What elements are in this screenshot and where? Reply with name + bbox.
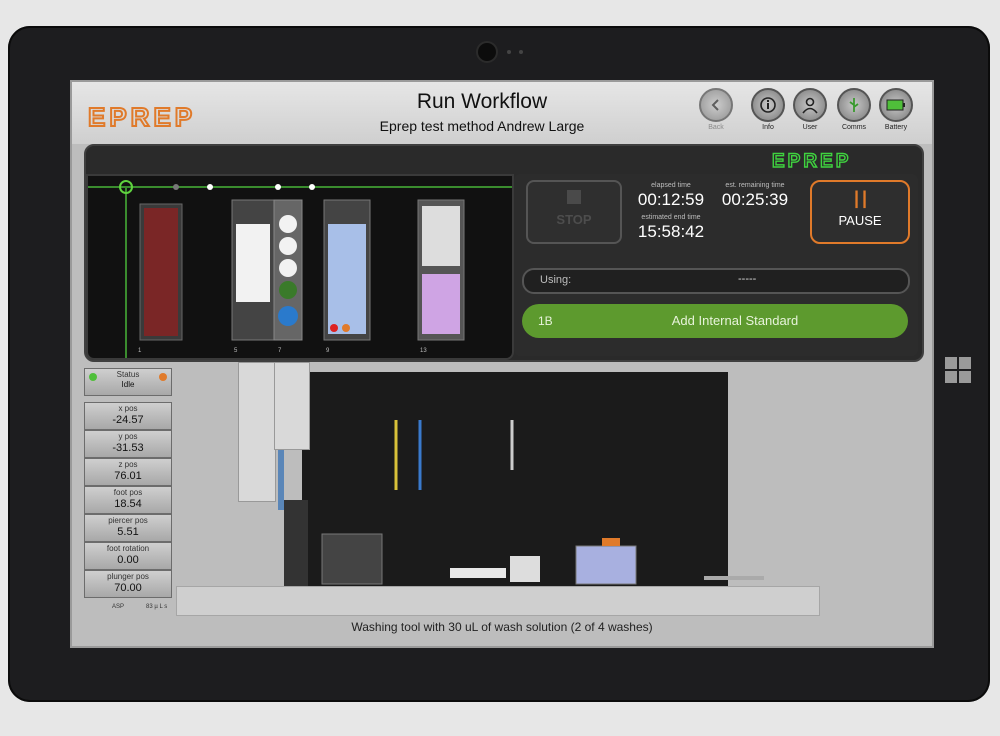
page-title: Run Workflow	[416, 90, 548, 113]
pause-icon: | |	[853, 188, 867, 208]
svg-text:EPREP: EPREP	[772, 151, 851, 170]
y-pos-box: y pos -31.53	[84, 430, 172, 458]
step-name: Add Internal Standard	[671, 313, 799, 328]
gantry-tower	[238, 362, 276, 502]
plunger-pos-box: plunger pos 70.00	[84, 570, 172, 598]
z-pos-box: z pos 76.01	[84, 458, 172, 486]
status-message: Washing tool with 30 uL of wash solution…	[351, 620, 653, 634]
foot-rotation-box: foot rotation 0.00	[84, 542, 172, 570]
current-step-bar[interactable]: 1B Add Internal Standard	[522, 304, 908, 338]
instrument-bench	[176, 586, 820, 616]
workflow-panel: EPREP 1 5 7 9 13 STOP elapsed time 00:12…	[84, 144, 924, 362]
user-icon	[802, 97, 818, 114]
foot-pos-box: foot pos 18.54	[84, 486, 172, 514]
chevron-left-icon	[711, 99, 719, 111]
battery-icon	[886, 99, 905, 111]
info-icon	[760, 97, 776, 113]
sensor-dot	[519, 50, 523, 54]
method-name: Eprep test method Andrew Large	[379, 118, 585, 134]
deck-position-label: 9	[326, 348, 330, 354]
footer-left-label: ASP	[112, 604, 125, 610]
using-label: Using:	[540, 274, 572, 286]
battery-button[interactable]: Battery	[878, 88, 914, 131]
instrument-view: Status Idle x pos -24.57 y pos -31.53 z po…	[84, 360, 920, 616]
x-pos-box: x pos -24.57	[84, 402, 172, 430]
run-controls: STOP elapsed time 00:12:59 est. remainin…	[514, 174, 918, 356]
sensor-dot	[507, 50, 511, 54]
deck-position-label: 13	[420, 348, 427, 354]
footer-right-label: 83 µ L s	[146, 604, 168, 610]
comms-button[interactable]: Comms	[836, 88, 872, 131]
elapsed-time-value: 00:12:59	[637, 190, 705, 209]
eprep-panel-logo: EPREP	[772, 150, 851, 170]
deck-position-label: 5	[234, 348, 238, 354]
svg-text:EPREP: EPREP	[88, 104, 196, 130]
remaining-time-value: 00:25:39	[721, 190, 789, 209]
stop-button[interactable]: STOP	[526, 180, 622, 244]
status-box: Status Idle	[84, 368, 172, 396]
deck-view[interactable]: 1 5 7 9 13	[86, 174, 514, 360]
pause-button[interactable]: | | PAUSE	[810, 180, 910, 244]
piercer-pos-box: piercer pos 5.51	[84, 514, 172, 542]
windows-logo-icon[interactable]	[944, 356, 972, 384]
usb-icon	[849, 98, 859, 112]
elapsed-time-label: elapsed time	[651, 182, 691, 189]
instrument-drawing	[278, 420, 764, 600]
using-bar: Using: -----	[522, 268, 910, 294]
remaining-time-label: est. remaining time	[725, 182, 785, 189]
end-time-label: estimated end time	[641, 214, 701, 221]
app-screen: EPREP Run Workflow Eprep test method And…	[70, 80, 934, 648]
tablet-frame: EPREP Run Workflow Eprep test method And…	[8, 26, 990, 702]
eprep-logo: EPREP	[88, 104, 196, 130]
deck-position-label: 7	[278, 348, 282, 354]
end-time-value: 15:58:42	[637, 222, 705, 241]
status-orange-dot	[159, 373, 167, 381]
deck-position-label: 1	[138, 348, 142, 354]
status-green-dot	[89, 373, 97, 381]
camera-icon	[478, 43, 496, 61]
app-header: EPREP Run Workflow Eprep test method And…	[72, 82, 932, 144]
step-number: 1B	[538, 314, 553, 328]
status-panel: Status Idle x pos -24.57 y pos -31.53 z po…	[84, 368, 174, 612]
using-value: -----	[738, 273, 757, 285]
info-button[interactable]: Info	[750, 88, 786, 131]
user-button[interactable]: User	[792, 88, 828, 131]
stop-icon	[567, 190, 581, 204]
back-button[interactable]: Back	[698, 88, 734, 131]
deck-layout: 1 5 7 9 13	[88, 180, 512, 358]
